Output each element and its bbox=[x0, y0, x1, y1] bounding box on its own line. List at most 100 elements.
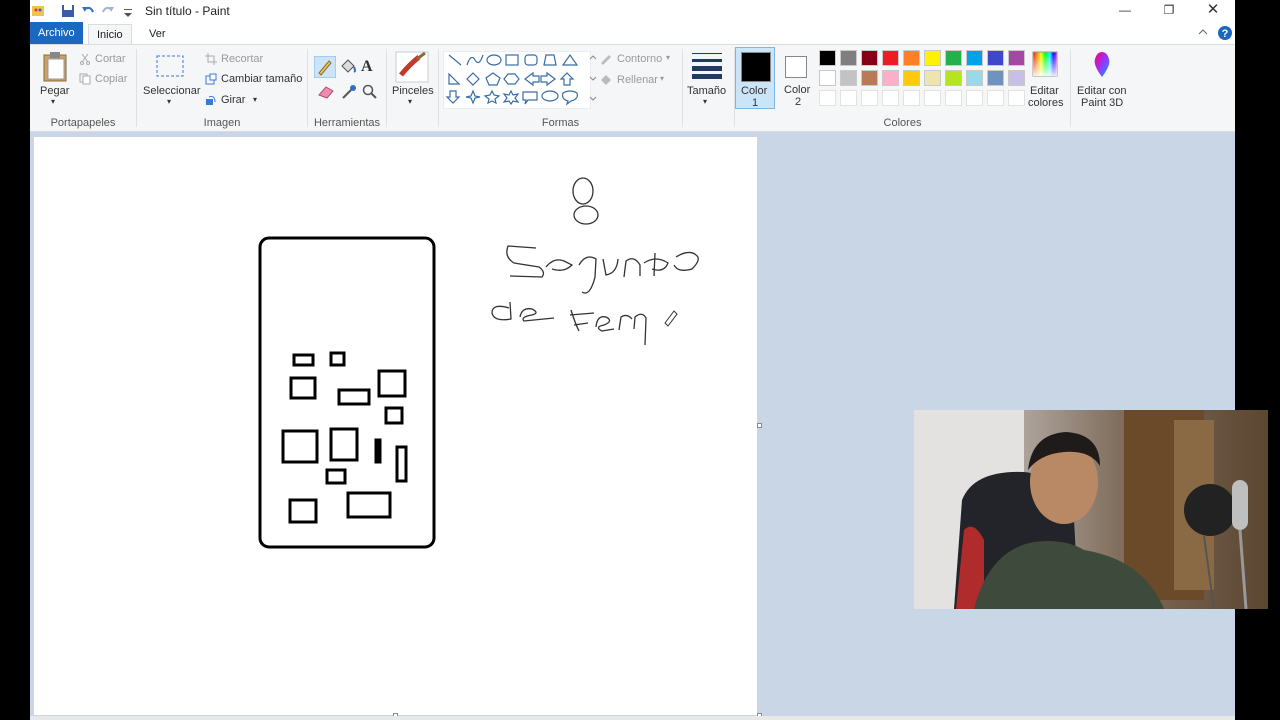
palette-color-swatch[interactable] bbox=[987, 70, 1004, 86]
shapes-gallery-scroll[interactable] bbox=[589, 53, 597, 105]
outline-icon[interactable] bbox=[599, 53, 613, 65]
customize-quick-access-icon[interactable] bbox=[120, 3, 136, 19]
paint3d-icon[interactable] bbox=[1091, 51, 1113, 79]
minimize-button[interactable]: — bbox=[1103, 0, 1147, 22]
crop-icon[interactable] bbox=[205, 53, 217, 65]
palette-color-swatch[interactable] bbox=[903, 50, 920, 66]
color1-label: Color bbox=[741, 85, 768, 97]
ribbon-tabs: Archivo Inicio Ver ? bbox=[30, 22, 1235, 45]
rotate-dropdown-icon[interactable]: ▾ bbox=[253, 95, 257, 104]
paste-dropdown-icon[interactable]: ▾ bbox=[51, 97, 55, 106]
outline-dropdown[interactable]: Contorno bbox=[617, 53, 662, 65]
color-picker-icon[interactable] bbox=[341, 84, 357, 100]
palette-color-swatch[interactable] bbox=[945, 50, 962, 66]
ribbon: Pegar ▾ Cortar Copiar Portapapeles Selec… bbox=[30, 44, 1235, 132]
palette-color-swatch[interactable] bbox=[819, 50, 836, 66]
paste-button[interactable]: Pegar bbox=[40, 85, 69, 97]
color2-label: Color bbox=[784, 84, 811, 96]
brushes-button[interactable]: Pinceles bbox=[392, 85, 434, 97]
paint3d-label[interactable]: Editar con bbox=[1077, 85, 1127, 97]
size-icon[interactable] bbox=[692, 53, 722, 79]
custom-color-swatch[interactable] bbox=[882, 90, 899, 106]
edit-colors-label-2[interactable]: colores bbox=[1028, 97, 1063, 109]
custom-color-swatch[interactable] bbox=[966, 90, 983, 106]
fill-dropdown[interactable]: Rellenar bbox=[617, 74, 658, 86]
custom-color-swatch[interactable] bbox=[945, 90, 962, 106]
select-button[interactable]: Seleccionar bbox=[143, 85, 200, 97]
palette-color-swatch[interactable] bbox=[924, 70, 941, 86]
magnifier-icon[interactable] bbox=[362, 84, 378, 100]
copy-button[interactable]: Copiar bbox=[95, 73, 127, 85]
brushes-dropdown-icon[interactable]: ▾ bbox=[408, 97, 412, 106]
palette-color-swatch[interactable] bbox=[1008, 70, 1025, 86]
palette-color-swatch[interactable] bbox=[861, 70, 878, 86]
tab-view[interactable]: Ver bbox=[141, 24, 174, 44]
palette-color-swatch[interactable] bbox=[987, 50, 1004, 66]
color1-selector[interactable]: Color 1 bbox=[735, 47, 775, 109]
palette-color-swatch[interactable] bbox=[861, 50, 878, 66]
palette-color-swatch[interactable] bbox=[819, 70, 836, 86]
cut-button[interactable]: Cortar bbox=[95, 53, 126, 65]
edit-colors-label[interactable]: Editar bbox=[1030, 85, 1059, 97]
palette-color-swatch[interactable] bbox=[966, 70, 983, 86]
redo-icon[interactable] bbox=[100, 3, 116, 19]
paint3d-label-2[interactable]: Paint 3D bbox=[1081, 97, 1123, 109]
palette-color-swatch[interactable] bbox=[882, 70, 899, 86]
canvas-resize-handle-right[interactable] bbox=[757, 423, 762, 428]
outline-dropdown-icon[interactable]: ▾ bbox=[666, 53, 670, 62]
close-button[interactable]: ✕ bbox=[1191, 0, 1235, 22]
custom-color-swatch[interactable] bbox=[987, 90, 1004, 106]
copy-icon[interactable] bbox=[79, 73, 91, 85]
custom-color-swatch[interactable] bbox=[861, 90, 878, 106]
custom-color-swatch[interactable] bbox=[903, 90, 920, 106]
tab-file[interactable]: Archivo bbox=[30, 22, 83, 44]
custom-color-swatch[interactable] bbox=[1008, 90, 1025, 106]
size-button[interactable]: Tamaño bbox=[687, 85, 726, 97]
color2-swatch bbox=[785, 56, 807, 78]
svg-text:?: ? bbox=[1222, 28, 1229, 40]
paint-app-icon bbox=[32, 6, 44, 16]
help-icon[interactable]: ? bbox=[1217, 25, 1233, 41]
select-dropdown-icon[interactable]: ▾ bbox=[167, 97, 171, 106]
horizontal-scrollbar[interactable] bbox=[30, 716, 1235, 720]
shapes-gallery[interactable] bbox=[443, 51, 591, 109]
paste-icon[interactable] bbox=[42, 51, 68, 83]
fill-bucket-icon[interactable] bbox=[339, 58, 357, 76]
restore-button[interactable]: ❐ bbox=[1147, 0, 1191, 22]
text-tool-icon[interactable]: A bbox=[361, 58, 373, 76]
color2-selector[interactable]: Color 2 bbox=[777, 47, 817, 109]
color2-number: 2 bbox=[795, 96, 802, 108]
custom-color-swatch[interactable] bbox=[924, 90, 941, 106]
brushes-icon[interactable] bbox=[395, 51, 429, 83]
select-icon[interactable] bbox=[156, 55, 184, 77]
cut-icon[interactable] bbox=[79, 53, 91, 65]
palette-color-swatch[interactable] bbox=[1008, 50, 1025, 66]
resize-button[interactable]: Cambiar tamaño bbox=[221, 73, 302, 85]
rotate-icon[interactable] bbox=[205, 94, 217, 106]
collapse-ribbon-icon[interactable] bbox=[1198, 28, 1208, 36]
drawing-canvas[interactable] bbox=[34, 137, 757, 715]
crop-button[interactable]: Recortar bbox=[221, 53, 263, 65]
palette-color-swatch[interactable] bbox=[966, 50, 983, 66]
pencil-icon[interactable] bbox=[314, 56, 336, 78]
palette-color-swatch[interactable] bbox=[840, 50, 857, 66]
rotate-button[interactable]: Girar bbox=[221, 94, 245, 106]
clipboard-group: Pegar ▾ Cortar Copiar Portapapeles bbox=[30, 45, 136, 131]
tab-home[interactable]: Inicio bbox=[88, 24, 132, 45]
title-bar: Sin título - Paint — ❐ ✕ bbox=[30, 0, 1235, 22]
palette-color-swatch[interactable] bbox=[945, 70, 962, 86]
edit-colors-icon[interactable] bbox=[1032, 51, 1058, 77]
resize-icon[interactable] bbox=[205, 73, 217, 85]
palette-color-swatch[interactable] bbox=[840, 70, 857, 86]
palette-color-swatch[interactable] bbox=[882, 50, 899, 66]
eraser-icon[interactable] bbox=[317, 85, 335, 99]
palette-color-swatch[interactable] bbox=[903, 70, 920, 86]
fill-icon[interactable] bbox=[599, 74, 613, 86]
custom-color-swatch[interactable] bbox=[840, 90, 857, 106]
palette-color-swatch[interactable] bbox=[924, 50, 941, 66]
fill-dropdown-icon[interactable]: ▾ bbox=[660, 74, 664, 83]
undo-icon[interactable] bbox=[80, 3, 96, 19]
size-dropdown-icon[interactable]: ▾ bbox=[703, 97, 707, 106]
save-icon[interactable] bbox=[60, 3, 76, 19]
custom-color-swatch[interactable] bbox=[819, 90, 836, 106]
